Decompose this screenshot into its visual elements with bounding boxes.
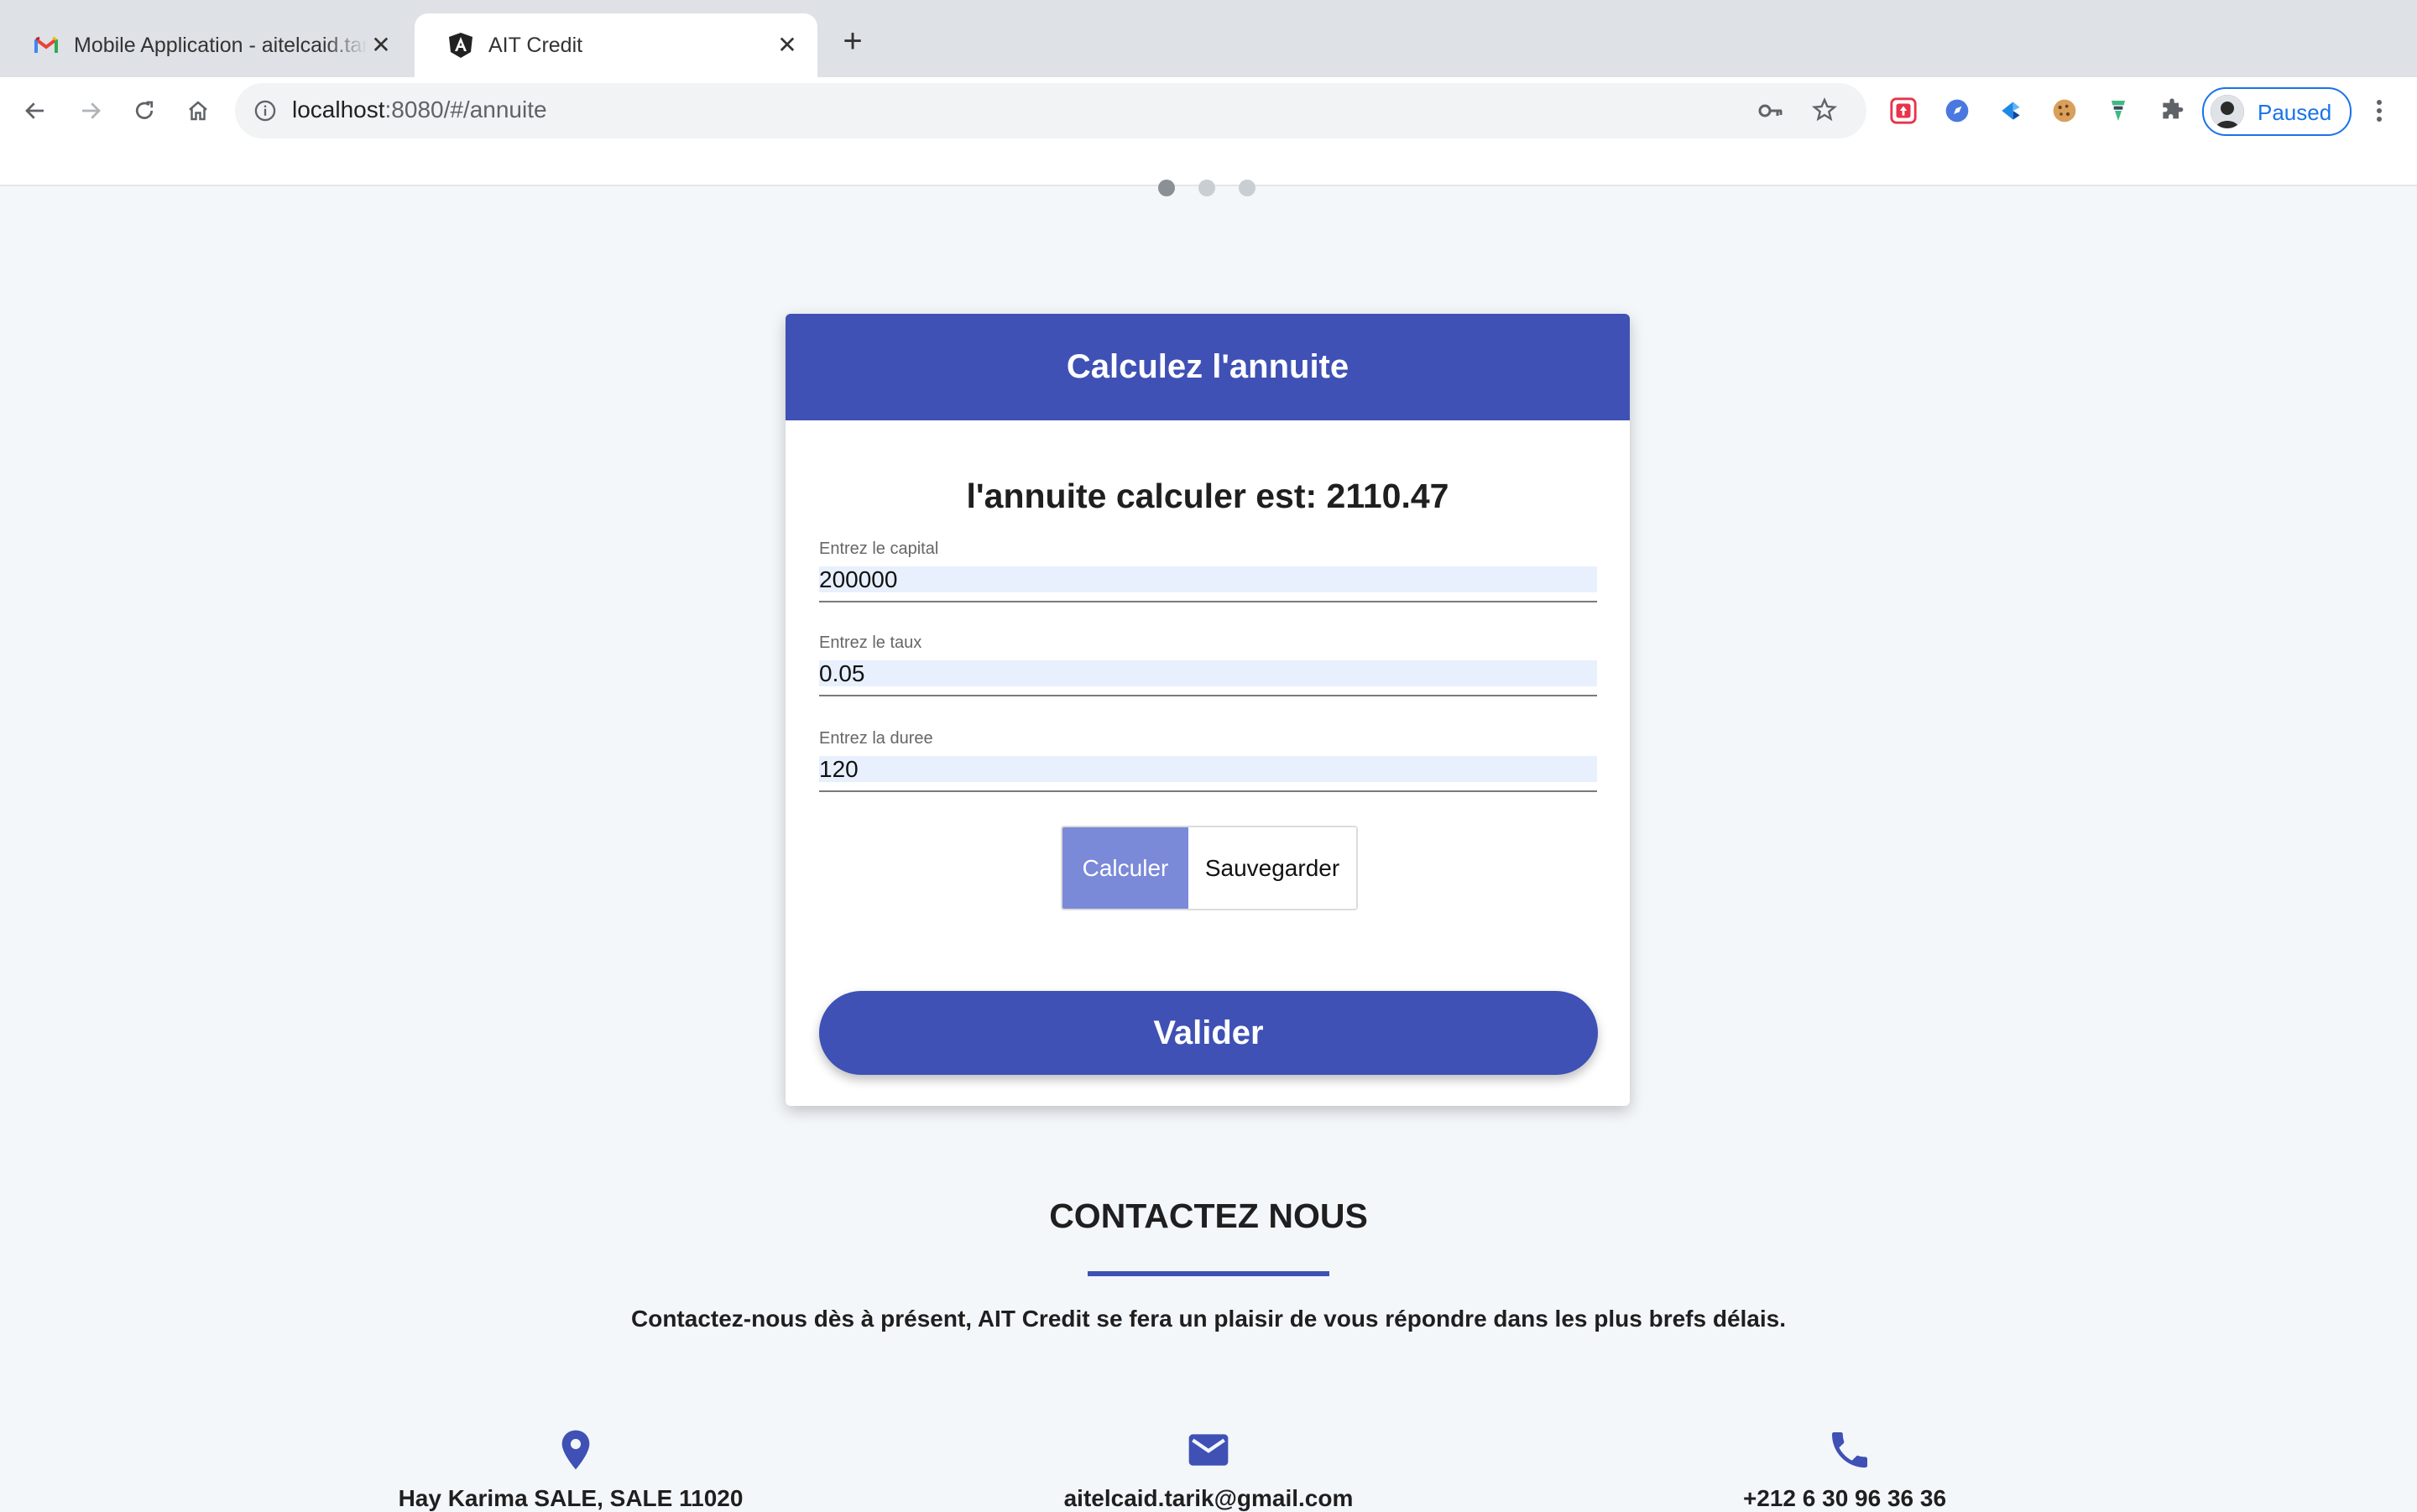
carousel-dot[interactable]: [1198, 180, 1215, 196]
avatar: [2211, 95, 2244, 128]
close-icon[interactable]: ✕: [368, 32, 394, 59]
contact-title: CONTACTEZ NOUS: [1049, 1197, 1368, 1235]
tab-title: AIT Credit: [488, 33, 583, 57]
contact-email[interactable]: aitelcaid.tarik@gmail.com: [999, 1485, 1418, 1512]
tab-ait-credit[interactable]: AIT Credit ✕: [415, 13, 817, 77]
angular-icon: [448, 33, 473, 58]
profile-button[interactable]: Paused: [2202, 87, 2352, 136]
puzzle-extensions-icon[interactable]: [2155, 94, 2189, 128]
carousel-dot[interactable]: [1239, 180, 1255, 196]
mode-toggle-group: Calculer Sauvegarder: [1061, 826, 1358, 910]
forward-icon[interactable]: [74, 94, 107, 128]
capital-label: Entrez le capital: [819, 540, 939, 558]
back-icon[interactable]: [18, 94, 52, 128]
browser-toolbar: localhost:8080/#/annuite Paused: [0, 77, 2417, 144]
address-bar[interactable]: localhost:8080/#/annuite: [235, 83, 1866, 138]
mail-icon: [1185, 1426, 1232, 1473]
tab-title: Mobile Application - aitelcaid.tarik@gma…: [74, 33, 368, 57]
reload-icon[interactable]: [128, 94, 161, 128]
annuity-result: l'annuite calculer est: 2110.47: [966, 477, 1449, 515]
tab-gmail[interactable]: Mobile Application - aitelcaid.tarik@gma…: [0, 13, 411, 77]
site-info-icon[interactable]: [253, 99, 277, 127]
capital-field: Entrez le capital 200000: [819, 540, 1597, 602]
annuity-card: Calculez l'annuite l'annuite calculer es…: [786, 314, 1630, 1106]
carousel-dot[interactable]: [1158, 180, 1175, 196]
save-button[interactable]: Sauvegarder: [1188, 827, 1356, 909]
contact-description: Contactez-nous dès à présent, AIT Credit…: [631, 1306, 1786, 1332]
location-pin-icon: [552, 1426, 599, 1473]
profile-status-label: Paused: [2258, 100, 2332, 125]
calculate-button[interactable]: Calculer: [1062, 827, 1188, 909]
contact-address: Hay Karima SALE, SALE 11020: [398, 1485, 744, 1511]
duration-field: Entrez la duree 120: [819, 729, 1597, 792]
phone-icon: [1826, 1426, 1873, 1473]
share-extension-icon[interactable]: [1994, 94, 2028, 128]
url-text: localhost:8080/#/annuite: [292, 96, 547, 123]
close-icon[interactable]: ✕: [774, 32, 801, 59]
rate-field: Entrez le taux 0.05: [819, 633, 1597, 696]
rate-input[interactable]: 0.05: [819, 660, 1597, 686]
cookie-extension-icon[interactable]: [2048, 94, 2081, 128]
input-underline: [819, 790, 1597, 792]
capital-input[interactable]: 200000: [819, 566, 1597, 592]
new-tab-icon[interactable]: +: [836, 24, 869, 59]
bookmark-star-icon[interactable]: [1811, 96, 1838, 128]
gmail-icon: [34, 33, 59, 58]
key-icon[interactable]: [1757, 98, 1784, 128]
url-host: localhost: [292, 96, 385, 123]
submit-button[interactable]: Valider: [819, 991, 1598, 1075]
card-title: Calculez l'annuite: [786, 314, 1630, 420]
duration-input[interactable]: 120: [819, 756, 1597, 782]
contact-divider: [1088, 1271, 1329, 1276]
input-underline: [819, 601, 1597, 602]
contact-phone[interactable]: +212 6 30 96 36 36: [1635, 1485, 2054, 1512]
home-icon[interactable]: [181, 94, 215, 128]
carousel-indicators: [1158, 180, 1255, 196]
upload-extension-icon[interactable]: [1887, 94, 1920, 128]
duration-label: Entrez la duree: [819, 729, 933, 748]
compass-extension-icon[interactable]: [1940, 94, 1974, 128]
browser-menu-icon[interactable]: [2367, 94, 2392, 128]
vue-devtools-extension-icon[interactable]: [2101, 94, 2135, 128]
browser-tab-strip: Mobile Application - aitelcaid.tarik@gma…: [0, 0, 2417, 77]
input-underline: [819, 695, 1597, 696]
url-path: :8080/#/annuite: [384, 96, 547, 123]
rate-label: Entrez le taux: [819, 633, 922, 652]
